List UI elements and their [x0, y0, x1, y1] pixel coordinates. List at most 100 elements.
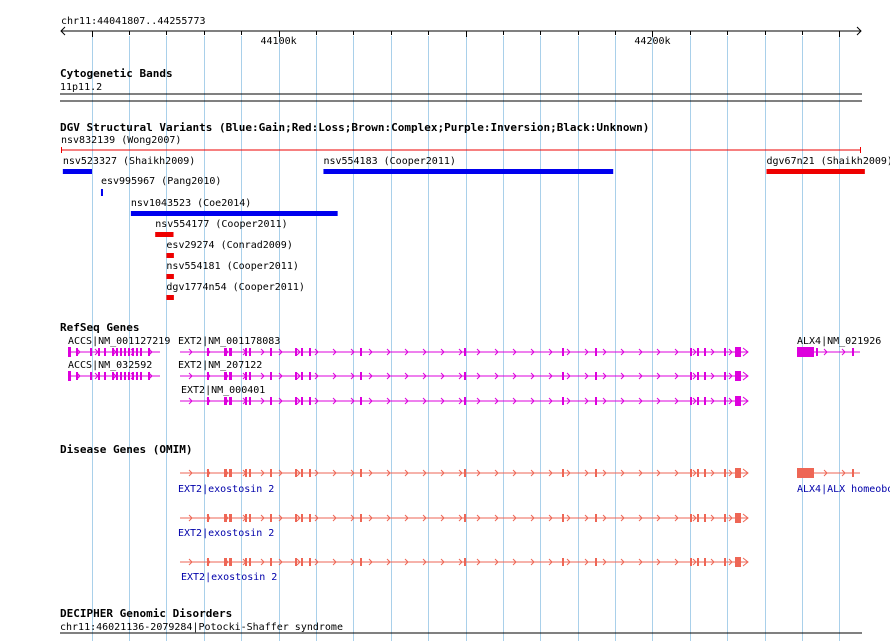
track-cytogenetic-bands[interactable]: Cytogenetic Bands 11p11.2 [60, 67, 862, 102]
gene-exon [224, 558, 227, 566]
gene-exon [309, 469, 311, 477]
gene-exon [270, 372, 272, 380]
gene-exon [76, 348, 78, 356]
gene-exon [249, 348, 251, 356]
gene-exon [270, 469, 272, 477]
gene-exon [697, 372, 699, 380]
region-label: chr11:44041807..44255773 [61, 16, 206, 27]
gene-exon [120, 348, 122, 356]
gene-exon [245, 348, 247, 356]
gene-exon [140, 348, 142, 356]
omim-gene-label[interactable]: EXT2|exostosin 2 [181, 572, 277, 583]
gene-exon [249, 372, 251, 380]
omim-gene-label[interactable]: ALX4|ALX homeobox 4 [797, 484, 890, 495]
gene-exon [690, 514, 692, 522]
dgv-feature-label: dgv67n21 (Shaikh2009) [767, 156, 890, 167]
gene-exon [132, 348, 134, 356]
gene-exon [245, 514, 247, 522]
gene-utr-block [68, 347, 71, 357]
gene-exon [207, 372, 209, 380]
omim-gene-label[interactable]: EXT2|exostosin 2 [178, 484, 274, 495]
gene-exon [120, 372, 122, 380]
gene-exon [207, 514, 209, 522]
track-decipher-genomic-disorders[interactable]: DECIPHER Genomic Disorders chr11:4602113… [60, 607, 862, 634]
dgv-feature-bar [155, 232, 174, 237]
gene-exon [128, 372, 130, 380]
gene-exon [98, 372, 100, 380]
gene-utr-block [797, 468, 814, 478]
gene-exon [724, 558, 726, 566]
gene-exon [249, 558, 251, 566]
refseq-gene-label[interactable]: ACCS|NM_032592 [68, 360, 152, 371]
gene-exon [852, 348, 854, 356]
omim-gene-label[interactable]: EXT2|exostosin 2 [178, 528, 274, 539]
gene-exon [136, 348, 138, 356]
gene-exon [229, 397, 232, 405]
gene-exon [464, 348, 466, 356]
gene-exon [116, 348, 118, 356]
ruler-tick-label: 44100k [261, 36, 297, 47]
gene-exon [132, 372, 134, 380]
gene-exon [295, 397, 297, 405]
gene-exon [301, 397, 303, 405]
gene-exon [724, 348, 726, 356]
dgv-feature-label: nsv832139 (Wong2007) [61, 135, 181, 146]
gene-exon [697, 558, 699, 566]
decipher-entry[interactable]: chr11:46021136-2079284|Potocki-Shaffer s… [60, 622, 343, 633]
refseq-gene-label[interactable]: EXT2|NM_207122 [178, 360, 262, 371]
gene-exon [224, 397, 227, 405]
ruler-tick-label: 44200k [634, 36, 670, 47]
gene-utr-block [735, 347, 741, 357]
gene-exon [704, 348, 706, 356]
refseq-gene-label[interactable]: ACCS|NM_001127219 [68, 336, 170, 347]
gene-exon [295, 514, 297, 522]
gene-exon [595, 372, 597, 380]
gene-utr-block [68, 371, 71, 381]
gene-exon [270, 348, 272, 356]
gene-exon [224, 469, 227, 477]
refseq-gene-label[interactable]: ALX4|NM_021926 [797, 336, 881, 347]
gene-exon [148, 348, 150, 356]
gene-exon [270, 397, 272, 405]
gene-exon [595, 514, 597, 522]
gene-exon [724, 397, 726, 405]
gene-exon [301, 348, 303, 356]
gene-exon [309, 372, 311, 380]
gene-exon [295, 558, 297, 566]
dgv-feature-bar [166, 274, 174, 279]
gene-exon [207, 397, 209, 405]
gene-utr-block [735, 396, 741, 406]
gene-exon [562, 469, 564, 477]
gene-exon [360, 514, 362, 522]
gene-exon [249, 469, 251, 477]
refseq-gene-glyphs [68, 347, 860, 406]
gene-exon [245, 372, 247, 380]
gene-exon [704, 372, 706, 380]
gene-exon [245, 558, 247, 566]
refseq-gene-label[interactable]: EXT2|NM_001178083 [178, 336, 280, 347]
gene-exon [562, 514, 564, 522]
gene-exon [76, 372, 78, 380]
genome-browser-panel: chr11:44041807..44255773 44100k 44200k C… [60, 16, 890, 641]
gene-exon [309, 558, 311, 566]
ruler[interactable]: chr11:44041807..44255773 44100k 44200k [60, 16, 862, 47]
gene-exon [224, 514, 227, 522]
track-refseq-genes[interactable]: RefSeq Genes ACCS|NM_001127219 ACCS|NM_0… [60, 321, 881, 406]
track-title: DECIPHER Genomic Disorders [60, 607, 232, 620]
dgv-feature-label: esv29274 (Conrad2009) [166, 240, 292, 251]
dgv-feature-label: nsv554181 (Cooper2011) [166, 261, 298, 272]
gene-exon [224, 372, 227, 380]
refseq-gene-label[interactable]: EXT2|NM_000401 [181, 385, 265, 396]
gene-exon [295, 348, 297, 356]
gene-exon [704, 397, 706, 405]
dgv-feature-label: nsv554177 (Cooper2011) [155, 219, 287, 230]
dgv-feature-bar [166, 253, 174, 258]
gene-exon [595, 397, 597, 405]
gene-exon [562, 397, 564, 405]
gene-exon [360, 397, 362, 405]
gene-exon [295, 469, 297, 477]
gene-exon [595, 469, 597, 477]
gene-utr-block [735, 371, 741, 381]
dgv-feature-label: nsv523327 (Shaikh2009) [63, 156, 195, 167]
gene-exon [128, 348, 130, 356]
